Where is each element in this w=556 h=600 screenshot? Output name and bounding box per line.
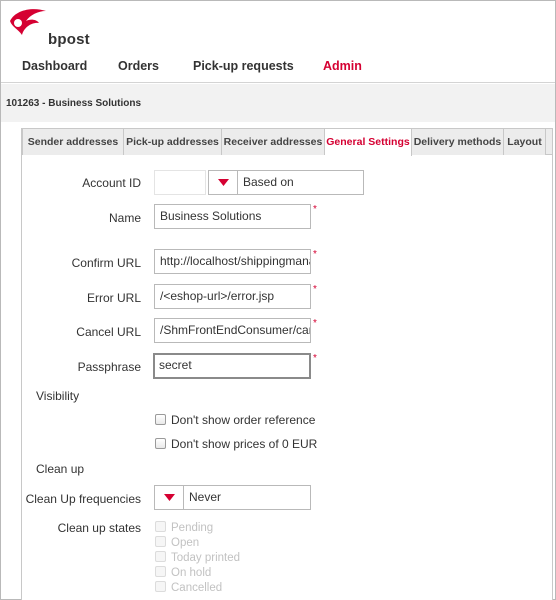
- cleanup-state-today-printed: Today printed: [155, 551, 240, 564]
- checkbox-label: Today printed: [171, 552, 241, 564]
- tab-receiver-addresses[interactable]: Receiver addresses: [222, 129, 325, 155]
- bpost-logo[interactable]: bpost: [8, 7, 98, 48]
- required-asterisk: *: [313, 284, 317, 295]
- checkbox-label: On hold: [171, 567, 212, 579]
- error-url-label: Error URL: [86, 291, 141, 305]
- tab-bar: Sender addresses Pick-up addresses Recei…: [22, 129, 552, 156]
- caret-down-icon: [218, 179, 229, 186]
- passphrase-label: Passphrase: [77, 360, 141, 374]
- required-asterisk: *: [313, 353, 317, 364]
- tab-sender-addresses[interactable]: Sender addresses: [22, 129, 124, 155]
- account-id-select[interactable]: Based on: [237, 170, 364, 195]
- required-asterisk: *: [313, 318, 317, 329]
- cleanup-frequency-dropdown-toggle[interactable]: [154, 485, 184, 510]
- cleanup-state-on-hold: On hold: [155, 566, 211, 579]
- dont-show-zero-prices-option[interactable]: Don't show prices of 0 EUR: [155, 437, 317, 451]
- account-id-label: Account ID: [82, 176, 141, 190]
- checkbox-label: Don't show prices of 0 EUR: [171, 437, 318, 451]
- caret-down-icon: [164, 494, 175, 501]
- checkbox: [155, 551, 166, 562]
- required-asterisk: *: [313, 249, 317, 260]
- name-label: Name: [108, 211, 141, 225]
- name-input[interactable]: Business Solutions: [154, 204, 311, 229]
- checkbox: [155, 521, 166, 532]
- cleanup-frequency-select[interactable]: Never: [183, 485, 311, 510]
- checkbox[interactable]: [155, 414, 166, 425]
- nav-item-admin[interactable]: Admin: [323, 59, 362, 73]
- checkbox: [155, 566, 166, 577]
- checkbox-label: Don't show order reference: [171, 413, 316, 427]
- nav-item-dashboard[interactable]: Dashboard: [22, 59, 87, 73]
- account-id-dropdown-toggle[interactable]: [208, 170, 238, 195]
- cleanup-states-label: Clean up states: [57, 521, 141, 535]
- required-asterisk: *: [313, 204, 317, 215]
- cleanup-state-cancelled: Cancelled: [155, 581, 222, 594]
- confirm-url-input[interactable]: http://localhost/shippingmanager: [154, 249, 311, 274]
- breadcrumb-bar: 101263 - Business Solutions: [1, 84, 555, 122]
- tab-general-settings[interactable]: General Settings: [325, 129, 412, 156]
- nav-item-orders[interactable]: Orders: [118, 59, 159, 73]
- checkbox: [155, 581, 166, 592]
- visibility-heading: Visibility: [36, 389, 80, 403]
- bpost-horn-icon: [10, 9, 46, 35]
- dont-show-order-reference-option[interactable]: Don't show order reference: [155, 413, 315, 427]
- nav-item-pickup-requests[interactable]: Pick-up requests: [193, 59, 294, 73]
- checkbox[interactable]: [155, 438, 166, 449]
- error-url-input[interactable]: /<eshop-url>/error.jsp: [154, 284, 311, 309]
- account-id-input[interactable]: [154, 170, 206, 195]
- cleanup-state-pending: Pending: [155, 521, 213, 534]
- checkbox-label: Pending: [171, 522, 214, 534]
- checkbox: [155, 536, 166, 547]
- app-header: bpost Dashboard Orders Pick-up requests …: [1, 1, 555, 83]
- tab-delivery-methods[interactable]: Delivery methods: [412, 129, 504, 155]
- cleanup-heading: Clean up: [36, 462, 85, 476]
- checkbox-label: Cancelled: [171, 582, 223, 594]
- cleanup-frequency-label: Clean Up frequencies: [25, 492, 141, 506]
- brand-name: bpost: [48, 31, 90, 48]
- checkbox-label: Open: [171, 537, 200, 549]
- tab-pickup-addresses[interactable]: Pick-up addresses: [124, 129, 222, 155]
- cancel-url-input[interactable]: /ShmFrontEndConsumer/cancel: [154, 318, 311, 343]
- tab-layout[interactable]: Layout: [504, 129, 546, 155]
- cleanup-state-open: Open: [155, 536, 199, 549]
- cancel-url-label: Cancel URL: [76, 325, 141, 339]
- passphrase-input[interactable]: secret: [153, 353, 311, 379]
- breadcrumb: 101263 - Business Solutions: [6, 98, 142, 109]
- confirm-url-label: Confirm URL: [71, 256, 141, 270]
